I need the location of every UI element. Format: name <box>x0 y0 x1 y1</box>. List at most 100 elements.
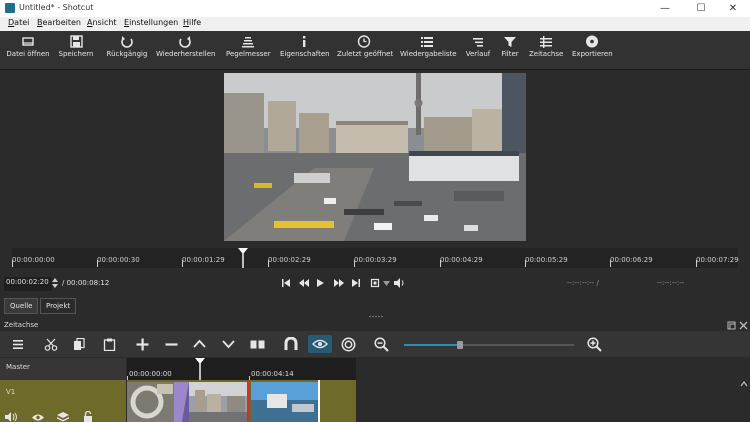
v1-track-body <box>127 380 356 422</box>
timeline-icon <box>540 36 552 48</box>
timeline-ruler[interactable]: 00:00:00:00 00:00:04:14 <box>127 358 356 380</box>
export-icon <box>586 35 598 48</box>
lock-track-icon[interactable] <box>83 411 93 422</box>
position-timecode-field[interactable]: 00:00:02:20 <box>4 277 52 291</box>
playlist-icon <box>421 37 433 47</box>
undo-label: Rückgängig <box>106 50 148 58</box>
chevron-down-icon[interactable] <box>383 281 390 286</box>
title-bar: Untitled* - Shotcut — ☐ ✕ <box>0 0 750 17</box>
close-panel-icon[interactable] <box>739 321 748 330</box>
recent-button[interactable]: Zuletzt geöffnet <box>337 33 394 58</box>
zoom-slider-handle[interactable] <box>457 341 463 349</box>
filter-icon <box>504 37 516 47</box>
save-label: Speichern <box>58 50 94 58</box>
properties-icon <box>303 36 306 47</box>
master-track-label: Master <box>6 363 30 371</box>
maximize-button[interactable]: ☐ <box>684 0 718 17</box>
scrub-while-dragging-toggle[interactable] <box>308 335 332 353</box>
open-file-button[interactable]: Datei öffnen <box>6 33 50 58</box>
open-file-label: Datei öffnen <box>6 50 50 58</box>
mute-audio-icon[interactable] <box>5 412 19 422</box>
split-icon[interactable] <box>250 339 265 350</box>
timecode-spinner-icon[interactable] <box>51 277 59 289</box>
window-title: Untitled* - Shotcut <box>19 3 94 12</box>
shotcut-logo-icon <box>5 3 15 13</box>
menu-datei-rest: atei <box>14 18 30 27</box>
ripple-icon[interactable] <box>341 337 356 352</box>
chevron-up-icon[interactable] <box>740 380 748 388</box>
timeline-panel-title: Zeitachse <box>4 321 39 329</box>
ripple-delete-icon[interactable] <box>165 343 178 346</box>
export-button[interactable]: Exportieren <box>572 33 613 58</box>
ruler-tick <box>696 260 697 267</box>
overwrite-icon[interactable] <box>222 340 235 349</box>
timeline-playhead-icon[interactable] <box>195 358 205 380</box>
zoom-fit-icon[interactable] <box>370 278 380 288</box>
skip-to-end-icon[interactable] <box>352 279 360 287</box>
composite-layers-icon[interactable] <box>57 412 69 422</box>
play-icon[interactable] <box>317 279 324 287</box>
scrub-eye-icon <box>312 339 328 349</box>
recent-label: Zuletzt geöffnet <box>337 50 394 58</box>
tab-source[interactable]: Quelle <box>4 298 39 314</box>
player-scrub-ruler[interactable]: 00:00:00:00 00:00:00:30 00:00:01:29 00:0… <box>12 248 739 268</box>
recent-icon <box>357 35 371 48</box>
v1-track-header[interactable]: V1 <box>0 380 126 422</box>
master-track-header[interactable]: Master <box>0 358 126 380</box>
volume-icon[interactable] <box>394 278 406 288</box>
history-button[interactable]: Verlauf <box>462 33 494 58</box>
out-point-timecode: --:--:--:-- <box>657 279 685 287</box>
timeline-button[interactable]: Zeitachse <box>529 33 563 58</box>
menu-hilfe[interactable]: Hilfe <box>183 18 201 27</box>
append-icon[interactable] <box>136 338 149 351</box>
lift-icon[interactable] <box>193 339 206 348</box>
menu-bar: Datei Bearbeiten Ansicht Einstellungen H… <box>0 17 750 31</box>
ruler-tick <box>610 260 611 267</box>
audio-meter-button[interactable]: Pegelmesser <box>226 33 271 58</box>
ruler-label: 00:00:00:30 <box>97 256 140 264</box>
tab-project[interactable]: Projekt <box>40 298 77 314</box>
zoom-in-icon[interactable] <box>587 337 602 352</box>
clip-thumbnails-image[interactable] <box>127 380 356 422</box>
redo-button[interactable]: Wiederherstellen <box>156 33 215 58</box>
minimize-button[interactable]: — <box>648 0 682 17</box>
properties-button[interactable]: Eigenschaften <box>280 33 330 58</box>
zoom-slider-track[interactable] <box>404 341 574 349</box>
ruler-label: 00:00:03:29 <box>354 256 397 264</box>
float-panel-icon[interactable] <box>727 321 736 330</box>
fast-forward-icon[interactable] <box>334 279 344 287</box>
ruler-label: 00:00:04:29 <box>440 256 483 264</box>
cut-icon[interactable] <box>44 338 58 351</box>
ruler-label: 00:00:05:29 <box>525 256 568 264</box>
menu-datei[interactable]: Datei <box>8 18 29 27</box>
hide-video-eye-icon[interactable] <box>31 413 45 422</box>
export-label: Exportieren <box>572 50 613 58</box>
copy-icon[interactable] <box>73 338 86 351</box>
save-button[interactable]: Speichern <box>58 33 94 58</box>
filter-label: Filter <box>501 50 519 58</box>
ruler-tick <box>525 260 526 267</box>
redo-icon <box>179 36 191 48</box>
rewind-icon[interactable] <box>299 279 309 287</box>
close-button[interactable]: ✕ <box>716 0 750 17</box>
timeline-menu-icon[interactable] <box>12 339 24 350</box>
audio-meter-icon <box>242 37 254 48</box>
ruler-label: 00:00:07:29 <box>696 256 739 264</box>
playhead-marker-icon[interactable] <box>238 248 248 268</box>
undo-button[interactable]: Rückgängig <box>106 33 148 58</box>
paste-icon[interactable] <box>103 338 116 351</box>
snap-icon[interactable] <box>284 337 298 351</box>
menu-ansicht[interactable]: Ansicht <box>87 18 117 27</box>
v1-track-label: V1 <box>6 388 16 396</box>
zoom-out-icon[interactable] <box>374 337 389 352</box>
filter-button[interactable]: Filter <box>499 33 521 58</box>
menu-einstellungen[interactable]: Einstellungen <box>124 18 178 27</box>
video-preview[interactable] <box>224 73 526 241</box>
timeline-ruler-label: 00:00:04:14 <box>251 370 294 378</box>
dock-splitter-handle[interactable] <box>368 315 384 318</box>
menu-ansicht-rest: nsicht <box>92 18 117 27</box>
skip-to-start-icon[interactable] <box>282 279 290 287</box>
ruler-tick <box>440 260 441 267</box>
playlist-button[interactable]: Wiedergabeliste <box>400 33 457 58</box>
menu-bearbeiten[interactable]: Bearbeiten <box>37 18 81 27</box>
